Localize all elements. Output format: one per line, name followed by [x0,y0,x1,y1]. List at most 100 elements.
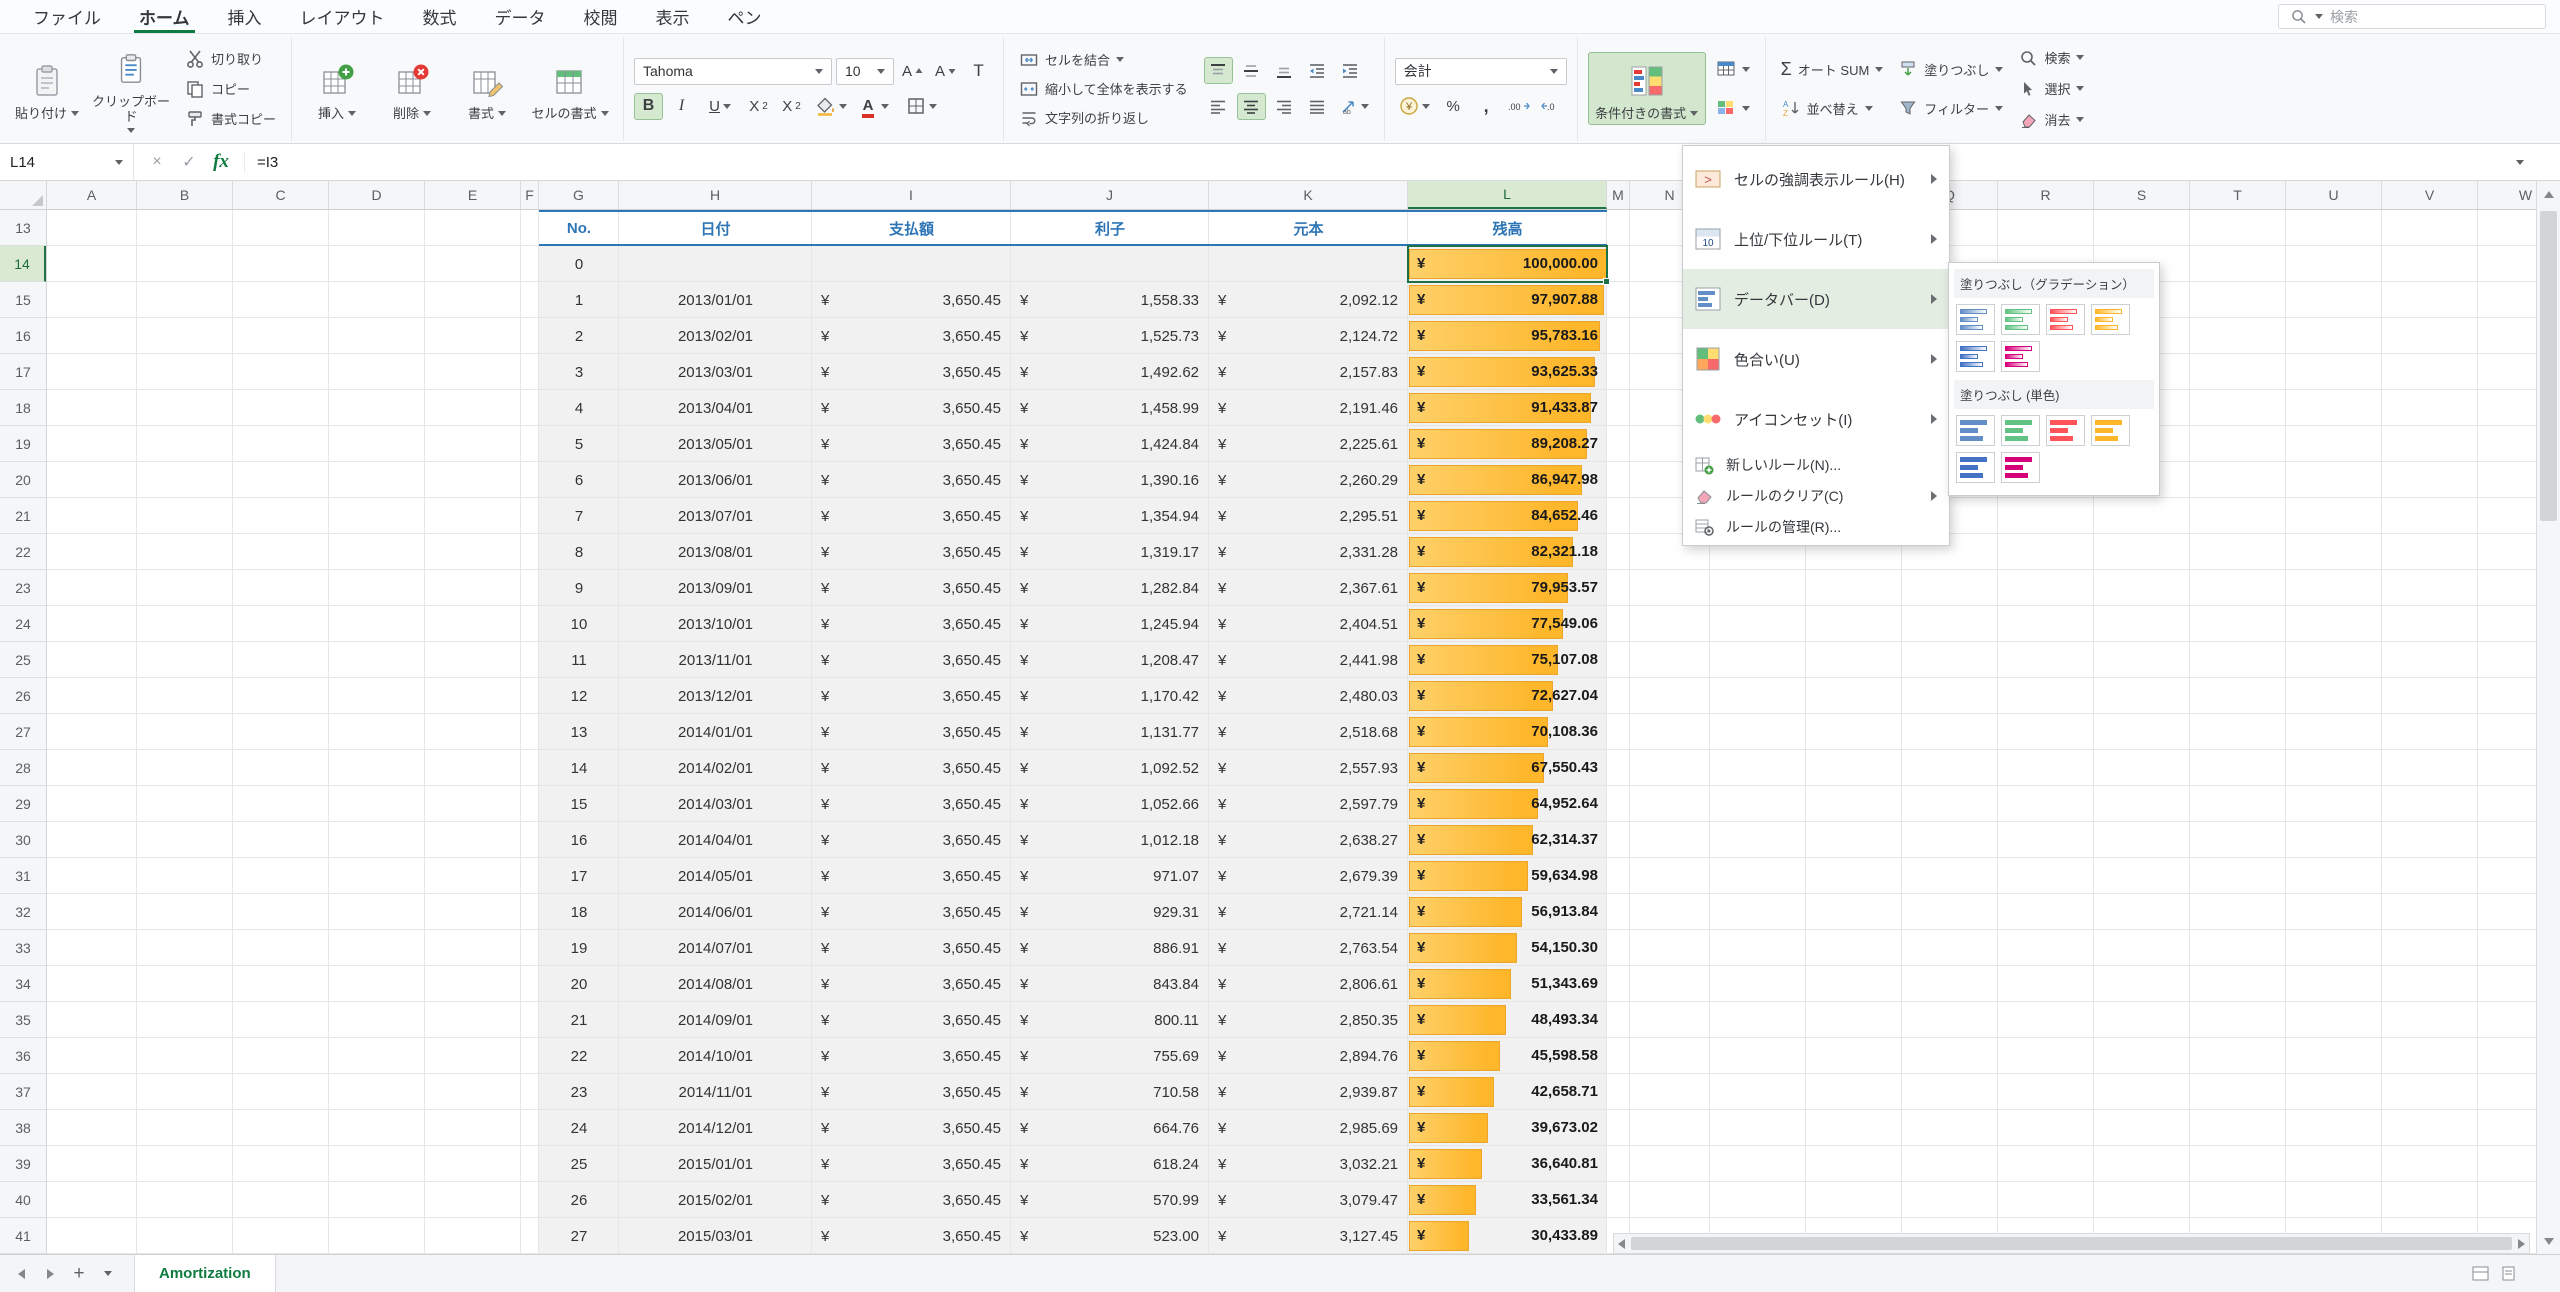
cell-J39[interactable]: ¥618.24 [1011,1146,1209,1182]
row-header-39[interactable]: 39 [0,1146,46,1182]
cell-L24[interactable]: ¥77,549.06 [1408,606,1607,642]
decrease-decimal-button[interactable]: .0 [1538,93,1567,120]
ribbon-tab-4[interactable]: 数式 [404,0,476,33]
databar-style-gradient-0[interactable] [1956,304,1995,335]
font-size-select[interactable]: 10 [836,58,894,85]
cell-H20[interactable]: 2013/06/01 [619,462,812,498]
selection-L14[interactable] [1407,245,1608,283]
align-center-button[interactable] [1237,93,1266,120]
cell-H25[interactable]: 2013/11/01 [619,642,812,678]
cell-J34[interactable]: ¥843.84 [1011,966,1209,1002]
cell-I19[interactable]: ¥3,650.45 [812,426,1011,462]
cell-J16[interactable]: ¥1,525.73 [1011,318,1209,354]
text-effects-button[interactable]: T [964,58,993,85]
cell-L23[interactable]: ¥79,953.57 [1408,570,1607,606]
cell-H17[interactable]: 2013/03/01 [619,354,812,390]
row-header-27[interactable]: 27 [0,714,46,750]
cell-J35[interactable]: ¥800.11 [1011,1002,1209,1038]
column-header-S[interactable]: S [2094,181,2190,209]
cell-J22[interactable]: ¥1,319.17 [1011,534,1209,570]
cell-G36[interactable]: 22 [539,1038,619,1074]
ribbon-tab-8[interactable]: ペン [709,0,781,33]
align-left-button[interactable] [1204,93,1233,120]
grid-area[interactable]: No.日付支払額利子元本残高0¥100,000.0012013/01/01¥3,… [47,210,2536,1254]
cell-styles-button[interactable] [1711,95,1755,122]
cell-K22[interactable]: ¥2,331.28 [1209,534,1408,570]
increase-indent-button[interactable] [1336,57,1365,84]
select-all-corner[interactable] [0,181,47,209]
row-header-40[interactable]: 40 [0,1182,46,1218]
percent-format-button[interactable]: % [1439,93,1468,120]
sheet-tab-amortization[interactable]: Amortization [134,1255,276,1292]
cell-K37[interactable]: ¥2,939.87 [1209,1074,1408,1110]
row-header-34[interactable]: 34 [0,966,46,1002]
cell-K29[interactable]: ¥2,597.79 [1209,786,1408,822]
cell-L38[interactable]: ¥39,673.02 [1408,1110,1607,1146]
databar-style-gradient-5[interactable] [2001,341,2040,372]
cell-G23[interactable]: 9 [539,570,619,606]
comma-format-button[interactable]: , [1472,93,1501,120]
cell-L15[interactable]: ¥97,907.88 [1408,282,1607,318]
row-header-23[interactable]: 23 [0,570,46,606]
cell-K15[interactable]: ¥2,092.12 [1209,282,1408,318]
cell-K25[interactable]: ¥2,441.98 [1209,642,1408,678]
cell-G14[interactable]: 0 [539,246,619,282]
cell-I40[interactable]: ¥3,650.45 [812,1182,1011,1218]
cell-G22[interactable]: 8 [539,534,619,570]
cell-H33[interactable]: 2014/07/01 [619,930,812,966]
cell-J28[interactable]: ¥1,092.52 [1011,750,1209,786]
cell-K27[interactable]: ¥2,518.68 [1209,714,1408,750]
column-header-R[interactable]: R [1998,181,2094,209]
cell-I24[interactable]: ¥3,650.45 [812,606,1011,642]
cell-J23[interactable]: ¥1,282.84 [1011,570,1209,606]
merge-cells-button[interactable]: セルを結合 [1014,46,1193,73]
name-box[interactable]: L14 [0,144,134,180]
subscript-button[interactable]: X2 [744,93,773,120]
cell-I27[interactable]: ¥3,650.45 [812,714,1011,750]
column-header-F[interactable]: F [521,181,539,209]
cell-J13[interactable]: 利子 [1011,210,1209,246]
font-color-button[interactable]: A [856,93,896,120]
cell-H26[interactable]: 2013/12/01 [619,678,812,714]
format-cells-button[interactable]: 書式 [452,53,522,124]
column-header-W[interactable]: W [2478,181,2536,209]
cell-G21[interactable]: 7 [539,498,619,534]
fill-color-button[interactable] [810,93,852,120]
cell-G34[interactable]: 20 [539,966,619,1002]
ribbon-tab-5[interactable]: データ [476,0,565,33]
cell-L26[interactable]: ¥72,627.04 [1408,678,1607,714]
cell-I39[interactable]: ¥3,650.45 [812,1146,1011,1182]
databar-style-solid-2[interactable] [2046,415,2085,446]
cell-G38[interactable]: 24 [539,1110,619,1146]
cell-K34[interactable]: ¥2,806.61 [1209,966,1408,1002]
cell-H21[interactable]: 2013/07/01 [619,498,812,534]
cell-J20[interactable]: ¥1,390.16 [1011,462,1209,498]
cell-I25[interactable]: ¥3,650.45 [812,642,1011,678]
scroll-down-button[interactable] [2537,1228,2560,1254]
row-header-38[interactable]: 38 [0,1110,46,1146]
row-header-26[interactable]: 26 [0,678,46,714]
cell-G25[interactable]: 11 [539,642,619,678]
cell-H39[interactable]: 2015/01/01 [619,1146,812,1182]
add-sheet-button[interactable]: + [66,1261,92,1287]
cell-G13[interactable]: No. [539,210,619,246]
cell-H40[interactable]: 2015/02/01 [619,1182,812,1218]
databar-style-gradient-3[interactable] [2091,304,2130,335]
scroll-left-icon[interactable] [1618,1239,1625,1249]
cell-L40[interactable]: ¥33,561.34 [1408,1182,1607,1218]
column-header-K[interactable]: K [1209,181,1408,209]
cell-I28[interactable]: ¥3,650.45 [812,750,1011,786]
cell-J17[interactable]: ¥1,492.62 [1011,354,1209,390]
increase-decimal-button[interactable]: .00 [1505,93,1534,120]
ribbon-tab-7[interactable]: 表示 [637,0,709,33]
clipboard-button[interactable]: クリップボード [87,41,175,136]
databar-style-gradient-4[interactable] [1956,341,1995,372]
cell-H22[interactable]: 2013/08/01 [619,534,812,570]
cell-L19[interactable]: ¥89,208.27 [1408,426,1607,462]
column-header-A[interactable]: A [47,181,137,209]
scroll-right-icon[interactable] [2518,1239,2525,1249]
row-header-19[interactable]: 19 [0,426,46,462]
row-header-33[interactable]: 33 [0,930,46,966]
column-header-B[interactable]: B [137,181,233,209]
cell-G28[interactable]: 14 [539,750,619,786]
